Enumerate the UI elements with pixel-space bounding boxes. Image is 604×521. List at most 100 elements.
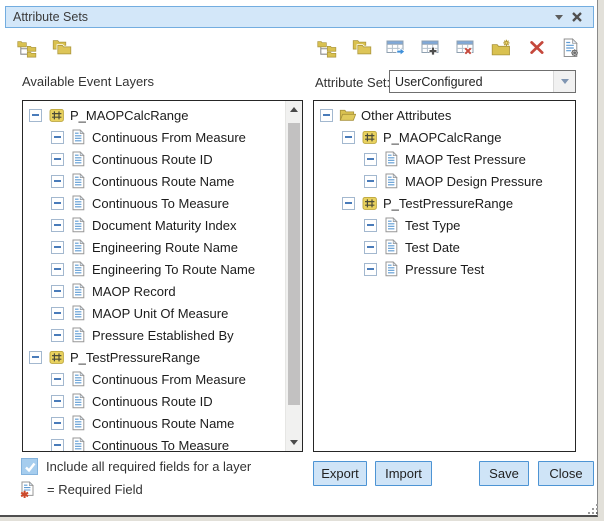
collapse-toggle[interactable] <box>51 131 64 144</box>
new-attribute-set-button[interactable] <box>491 37 512 58</box>
expand-all-button[interactable] <box>316 37 337 58</box>
tree-item[interactable]: Document Maturity Index <box>23 214 285 236</box>
close-button[interactable] <box>568 8 586 26</box>
tree-item[interactable]: Pressure Test <box>314 258 575 280</box>
dropdown-button[interactable] <box>553 71 575 92</box>
collapse-toggle[interactable] <box>51 439 64 452</box>
collapse-toggle[interactable] <box>364 219 377 232</box>
collapse-toggle[interactable] <box>51 175 64 188</box>
generate-attribute-set-button[interactable] <box>386 37 407 58</box>
document-gear-icon <box>563 38 580 58</box>
tree-item[interactable]: MAOP Test Pressure <box>314 148 575 170</box>
attribute-set-label: Attribute Set: <box>315 75 390 90</box>
tree-item[interactable]: P_MAOPCalcRange <box>23 104 285 126</box>
minus-icon <box>367 180 374 182</box>
available-event-layers-label: Available Event Layers <box>22 74 154 89</box>
save-button[interactable]: Save <box>479 461 529 486</box>
tree-item[interactable]: Continuous Route ID <box>23 148 285 170</box>
collapse-toggle[interactable] <box>51 241 64 254</box>
tree-item[interactable]: Continuous From Measure <box>23 126 285 148</box>
tree-item[interactable]: Engineering Route Name <box>23 236 285 258</box>
expand-all-layers-button[interactable] <box>16 37 37 58</box>
collapse-toggle[interactable] <box>320 109 333 122</box>
collapse-toggle[interactable] <box>51 307 64 320</box>
remove-attribute-set-button[interactable] <box>456 37 477 58</box>
scrollbar-thumb[interactable] <box>288 123 300 405</box>
delete-attribute-set-button[interactable] <box>526 37 547 58</box>
attribute-set-value: UserConfigured <box>390 75 553 89</box>
table-add-icon <box>421 39 442 56</box>
import-button[interactable]: Import <box>375 461 432 486</box>
tree-item[interactable]: P_TestPressureRange <box>23 346 285 368</box>
dialog-titlebar[interactable]: Attribute Sets <box>5 6 594 28</box>
tree-item[interactable]: Continuous Route Name <box>23 170 285 192</box>
collapse-toggle[interactable] <box>342 197 355 210</box>
dialog-menu-button[interactable] <box>550 8 568 26</box>
tree-item[interactable]: Continuous Route ID <box>23 390 285 412</box>
collapse-toggle[interactable] <box>364 263 377 276</box>
collapse-toggle[interactable] <box>29 351 42 364</box>
collapse-toggle[interactable] <box>342 131 355 144</box>
tree-item[interactable]: Engineering To Route Name <box>23 258 285 280</box>
collapse-toggle[interactable] <box>51 395 64 408</box>
resize-grip[interactable] <box>588 503 600 515</box>
collapse-toggle[interactable] <box>51 197 64 210</box>
close-dialog-button[interactable]: Close <box>538 461 594 486</box>
stacked-folders-icon <box>352 39 372 56</box>
collapse-toggle[interactable] <box>51 153 64 166</box>
attribute-set-toolbar <box>316 37 582 58</box>
attribute-set-report-button[interactable] <box>561 37 582 58</box>
event-layer-icon <box>361 129 378 146</box>
collapse-toggle[interactable] <box>51 329 64 342</box>
collapse-toggle[interactable] <box>51 373 64 386</box>
minus-icon <box>367 224 374 226</box>
export-button[interactable]: Export <box>313 461 367 486</box>
tree-item[interactable]: Pressure Established By <box>23 324 285 346</box>
collapse-all-layers-button[interactable] <box>51 37 72 58</box>
hierarchy-folders-icon <box>317 38 337 58</box>
tree-item-label: P_TestPressureRange <box>383 196 513 211</box>
field-icon <box>383 173 400 190</box>
field-icon <box>70 195 87 212</box>
dialog-title: Attribute Sets <box>13 10 550 24</box>
tree-item[interactable]: P_TestPressureRange <box>314 192 575 214</box>
tree-item[interactable]: Continuous Route Name <box>23 412 285 434</box>
add-attribute-set-button[interactable] <box>421 37 442 58</box>
collapse-all-button[interactable] <box>351 37 372 58</box>
tree-item[interactable]: Continuous From Measure <box>23 368 285 390</box>
collapse-toggle[interactable] <box>51 263 64 276</box>
minus-icon <box>54 268 61 270</box>
collapse-toggle[interactable] <box>364 175 377 188</box>
vertical-scrollbar[interactable] <box>285 101 302 451</box>
minus-icon <box>367 246 374 248</box>
delete-x-icon <box>529 40 545 55</box>
collapse-toggle[interactable] <box>29 109 42 122</box>
minus-icon <box>32 114 39 116</box>
collapse-toggle[interactable] <box>364 153 377 166</box>
tree-item[interactable]: Continuous To Measure <box>23 192 285 214</box>
tree-item[interactable]: Test Type <box>314 214 575 236</box>
tree-item[interactable]: Test Date <box>314 236 575 258</box>
field-icon <box>70 415 87 432</box>
tree-item-label: Continuous To Measure <box>92 196 229 211</box>
field-icon <box>70 173 87 190</box>
available-layers-tree: P_MAOPCalcRange Continuous From Measure … <box>23 101 285 452</box>
tree-item[interactable]: MAOP Unit Of Measure <box>23 302 285 324</box>
tree-item[interactable]: Other Attributes <box>314 104 575 126</box>
tree-item-label: Engineering To Route Name <box>92 262 255 277</box>
collapse-toggle[interactable] <box>364 241 377 254</box>
minus-icon <box>54 224 61 226</box>
event-layer-icon <box>48 349 65 366</box>
tree-item[interactable]: P_MAOPCalcRange <box>314 126 575 148</box>
attribute-set-dropdown[interactable]: UserConfigured <box>389 70 576 93</box>
scroll-up-button[interactable] <box>286 101 302 118</box>
tree-item[interactable]: Continuous To Measure <box>23 434 285 452</box>
collapse-toggle[interactable] <box>51 285 64 298</box>
collapse-toggle[interactable] <box>51 417 64 430</box>
tree-item[interactable]: MAOP Design Pressure <box>314 170 575 192</box>
collapse-toggle[interactable] <box>51 219 64 232</box>
include-required-checkbox[interactable] <box>21 458 38 475</box>
tree-item[interactable]: MAOP Record <box>23 280 285 302</box>
scroll-down-button[interactable] <box>286 434 302 451</box>
tree-item-label: Continuous Route ID <box>92 152 213 167</box>
